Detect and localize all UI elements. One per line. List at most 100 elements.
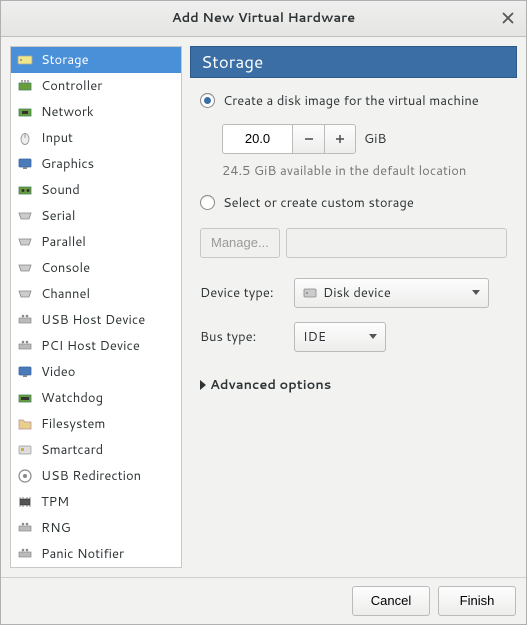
sidebar-item-rng[interactable]: RNG <box>11 515 181 541</box>
sidebar-item-network[interactable]: Network <box>11 99 181 125</box>
sidebar-item-label: Panic Notifier <box>41 545 124 563</box>
sidebar-item-label: Input <box>41 129 73 147</box>
usb-host-icon <box>17 312 33 328</box>
sidebar-item-label: Smartcard <box>41 441 103 459</box>
radio-custom-storage[interactable]: Select or create custom storage <box>200 194 507 212</box>
pci-host-icon <box>17 338 33 354</box>
sidebar-item-sound[interactable]: Sound <box>11 177 181 203</box>
manage-storage-row: Manage... <box>200 228 507 258</box>
sidebar-item-pci-host[interactable]: PCI Host Device <box>11 333 181 359</box>
sidebar-item-smartcard[interactable]: Smartcard <box>11 437 181 463</box>
sidebar-item-label: Storage <box>41 51 89 69</box>
panic-icon <box>17 546 33 562</box>
sidebar-item-label: Controller <box>41 77 102 95</box>
disk-size-row: GiB <box>222 124 507 154</box>
sidebar-item-label: Console <box>41 259 90 277</box>
sidebar-item-video[interactable]: Video <box>11 359 181 385</box>
finish-button[interactable]: Finish <box>438 586 516 616</box>
radio-icon <box>200 195 215 210</box>
sidebar-item-controller[interactable]: Controller <box>11 73 181 99</box>
bus-type-combo[interactable]: IDE <box>294 322 386 352</box>
device-type-row: Device type: Disk device <box>200 278 507 308</box>
radio-icon <box>200 93 215 108</box>
close-button[interactable] <box>498 8 518 28</box>
manage-button[interactable]: Manage... <box>200 228 280 258</box>
device-type-value: Disk device <box>323 284 391 302</box>
sidebar-item-label: RNG <box>41 519 71 537</box>
device-type-label: Device type: <box>200 284 284 302</box>
sidebar-item-watchdog[interactable]: Watchdog <box>11 385 181 411</box>
sidebar-item-label: Network <box>41 103 94 121</box>
sidebar-item-serial[interactable]: Serial <box>11 203 181 229</box>
sidebar-item-label: USB Host Device <box>41 311 145 329</box>
sidebar-item-console[interactable]: Console <box>11 255 181 281</box>
video-icon <box>17 364 33 380</box>
dialog-footer: Cancel Finish <box>1 577 526 624</box>
sidebar-item-parallel[interactable]: Parallel <box>11 229 181 255</box>
advanced-expander[interactable]: Advanced options <box>200 376 507 394</box>
sidebar-item-usb-redir[interactable]: USB Redirection <box>11 463 181 489</box>
usb-redir-icon <box>17 468 33 484</box>
channel-icon <box>17 286 33 302</box>
sidebar-item-input[interactable]: Input <box>11 125 181 151</box>
sidebar-item-channel[interactable]: Channel <box>11 281 181 307</box>
titlebar: Add New Virtual Hardware <box>1 1 526 37</box>
sidebar-item-filesystem[interactable]: Filesystem <box>11 411 181 437</box>
display-icon <box>17 156 33 172</box>
sidebar-item-label: Channel <box>41 285 90 303</box>
console-icon <box>17 260 33 276</box>
content-panel: Storage Create a disk image for the virt… <box>190 46 517 568</box>
cancel-button[interactable]: Cancel <box>352 586 430 616</box>
sidebar-item-panic[interactable]: Panic Notifier <box>11 541 181 567</box>
disk-icon <box>303 286 317 300</box>
device-type-combo[interactable]: Disk device <box>294 278 489 308</box>
available-space-text: 24.5 GiB available in the default locati… <box>222 162 507 180</box>
watchdog-icon <box>17 390 33 406</box>
sidebar-item-label: Graphics <box>41 155 94 173</box>
sidebar-item-label: TPM <box>41 493 69 511</box>
mouse-icon <box>17 130 33 146</box>
sidebar-item-label: Watchdog <box>41 389 103 407</box>
sidebar-item-graphics[interactable]: Graphics <box>11 151 181 177</box>
storage-path-input[interactable] <box>286 228 507 258</box>
smartcard-icon <box>17 442 33 458</box>
sidebar-item-label: USB Redirection <box>41 467 141 485</box>
window-title: Add New Virtual Hardware <box>172 9 355 27</box>
radio-custom-label: Select or create custom storage <box>223 194 414 212</box>
hardware-list: Storage Controller Network Input Graphic… <box>10 46 182 568</box>
serial-icon <box>17 208 33 224</box>
sidebar-item-tpm[interactable]: TPM <box>11 489 181 515</box>
disk-size-input[interactable] <box>222 124 292 154</box>
tpm-icon <box>17 494 33 510</box>
bus-type-label: Bus type: <box>200 328 284 346</box>
radio-create-label: Create a disk image for the virtual mach… <box>223 92 479 110</box>
sidebar-item-label: Filesystem <box>41 415 105 433</box>
decrement-button[interactable] <box>292 124 324 154</box>
sidebar-item-label: Serial <box>41 207 75 225</box>
bus-type-row: Bus type: IDE <box>200 322 507 352</box>
expand-icon <box>200 380 206 390</box>
sidebar-item-label: Parallel <box>41 233 86 251</box>
increment-button[interactable] <box>324 124 356 154</box>
sidebar-item-label: PCI Host Device <box>41 337 140 355</box>
sidebar-item-label: Video <box>41 363 75 381</box>
sidebar-item-usb-host[interactable]: USB Host Device <box>11 307 181 333</box>
rng-icon <box>17 520 33 536</box>
folder-icon <box>17 416 33 432</box>
size-unit: GiB <box>356 130 386 148</box>
network-icon <box>17 104 33 120</box>
chevron-down-icon <box>369 334 377 339</box>
storage-icon <box>17 52 33 68</box>
bus-type-value: IDE <box>303 328 326 346</box>
sound-icon <box>17 182 33 198</box>
content-heading: Storage <box>190 46 517 78</box>
dialog-body: Storage Controller Network Input Graphic… <box>1 37 526 577</box>
radio-create-disk[interactable]: Create a disk image for the virtual mach… <box>200 92 507 110</box>
parallel-icon <box>17 234 33 250</box>
add-hardware-dialog: Add New Virtual Hardware Storage Control… <box>0 0 527 625</box>
controller-icon <box>17 78 33 94</box>
sidebar-item-storage[interactable]: Storage <box>11 47 181 73</box>
content-body: Create a disk image for the virtual mach… <box>190 78 517 568</box>
sidebar-item-label: Sound <box>41 181 80 199</box>
advanced-label: Advanced options <box>210 376 331 394</box>
